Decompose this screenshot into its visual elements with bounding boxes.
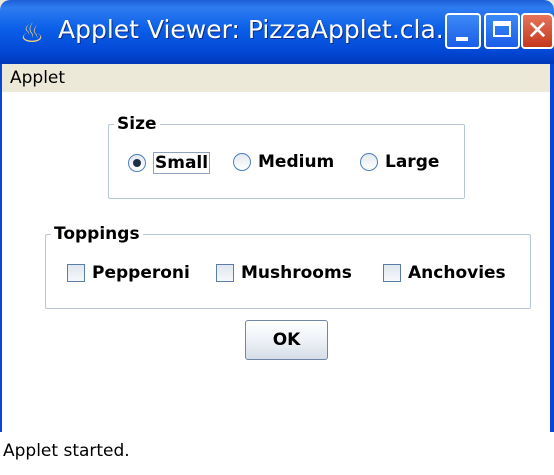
radio-selected-icon [128, 154, 146, 172]
checkbox-anchovies-label: Anchovies [408, 263, 506, 283]
window-border-right [550, 64, 554, 475]
checkbox-pepperoni-label: Pepperoni [92, 263, 190, 283]
status-text: Applet started. [3, 441, 130, 461]
radio-small-label: Small [153, 152, 211, 174]
checkbox-anchovies[interactable]: Anchovies [383, 263, 506, 283]
radio-small[interactable]: Small [128, 152, 211, 174]
checkbox-icon [67, 264, 85, 282]
radio-large-label: Large [385, 152, 440, 172]
radio-large[interactable]: Large [360, 152, 439, 172]
status-bar: Applet started. [0, 432, 554, 475]
title-bar[interactable]: ♨ Applet Viewer: PizzaApplet.cla... ✕ [0, 0, 554, 64]
close-button[interactable]: ✕ [521, 13, 554, 49]
applet-viewer-window: ♨ Applet Viewer: PizzaApplet.cla... ✕ Ap… [0, 0, 554, 475]
checkbox-mushrooms-label: Mushrooms [241, 263, 352, 283]
close-icon: ✕ [526, 16, 549, 46]
radio-medium[interactable]: Medium [233, 152, 334, 172]
checkbox-icon [216, 264, 234, 282]
checkbox-mushrooms[interactable]: Mushrooms [216, 263, 352, 283]
toppings-legend: Toppings [54, 224, 140, 244]
checkbox-icon [383, 264, 401, 282]
radio-unselected-icon [360, 153, 378, 171]
minimize-icon [447, 15, 479, 47]
checkbox-pepperoni[interactable]: Pepperoni [67, 263, 190, 283]
window-title: Applet Viewer: PizzaApplet.cla... [58, 15, 460, 44]
ok-button[interactable]: OK [245, 320, 328, 360]
radio-medium-label: Medium [258, 152, 335, 172]
minimize-button[interactable] [445, 13, 481, 49]
java-coffee-icon[interactable]: ♨ [15, 17, 49, 51]
maximize-button[interactable] [484, 13, 520, 49]
maximize-icon [486, 15, 518, 47]
window-border-left [0, 64, 2, 475]
menu-applet[interactable]: Applet [10, 68, 65, 88]
radio-unselected-icon [233, 153, 251, 171]
size-legend: Size [117, 114, 157, 134]
menu-bar: Applet [0, 64, 554, 92]
